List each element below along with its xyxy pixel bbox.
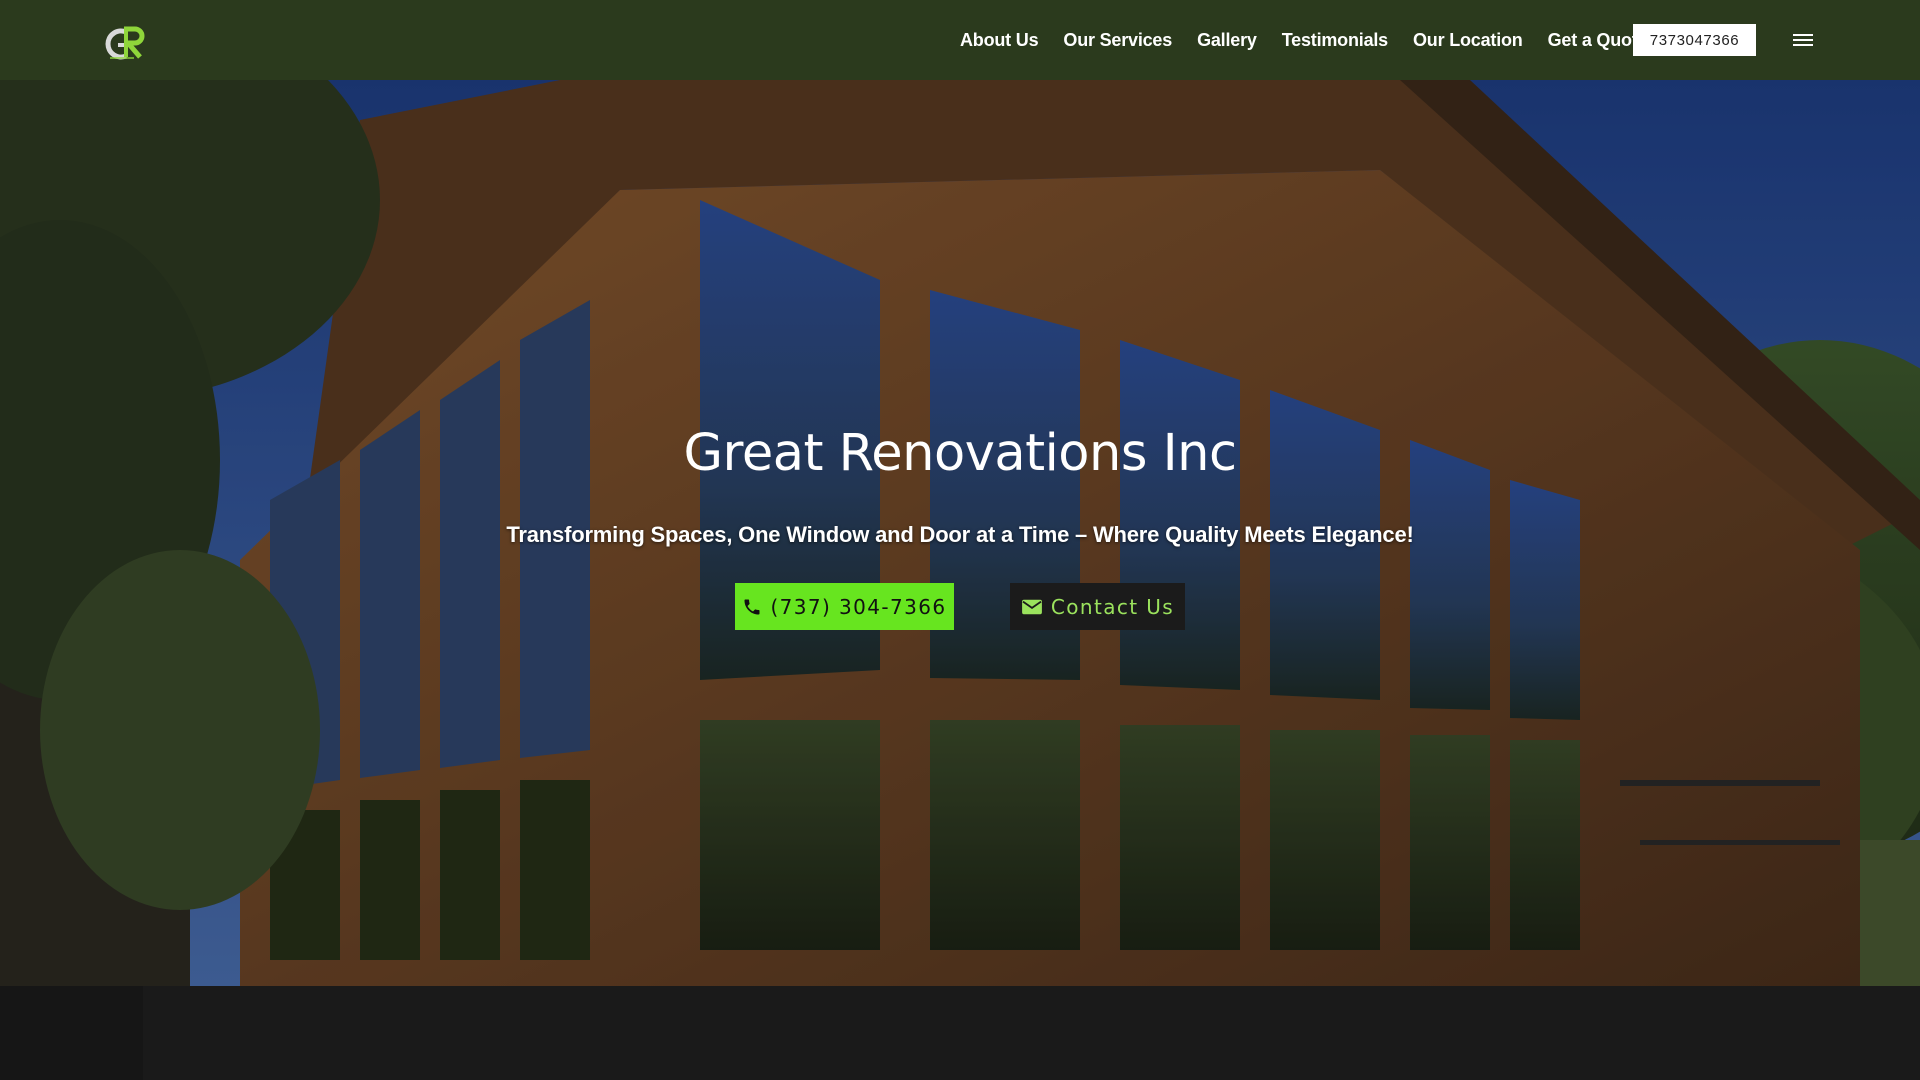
contact-us-label: Contact Us	[1050, 594, 1175, 619]
menu-toggle-button[interactable]	[1792, 29, 1814, 51]
hero-subtitle: Transforming Spaces, One Window and Door…	[506, 522, 1414, 547]
gr-monogram-logo-icon	[105, 26, 145, 60]
next-section-panel	[143, 986, 1920, 1080]
call-phone-button[interactable]: (737) 304-7366	[735, 583, 954, 630]
nav-testimonials[interactable]: Testimonials	[1282, 30, 1388, 51]
hero-section: Great Renovations Inc Transforming Space…	[0, 80, 1920, 986]
envelope-icon	[1021, 598, 1043, 616]
nav-about-us[interactable]: About Us	[960, 30, 1039, 51]
next-section	[0, 986, 1920, 1080]
nav-our-services[interactable]: Our Services	[1063, 30, 1172, 51]
hero-title: Great Renovations Inc	[683, 424, 1237, 483]
nav-gallery[interactable]: Gallery	[1197, 30, 1257, 51]
nav-our-location[interactable]: Our Location	[1413, 30, 1523, 51]
contact-us-button[interactable]: Contact Us	[1010, 583, 1185, 630]
phone-icon	[742, 597, 762, 617]
hamburger-menu-icon	[1793, 34, 1813, 46]
call-phone-label: (737) 304-7366	[770, 594, 947, 619]
site-header: About Us Our Services Gallery Testimonia…	[0, 0, 1920, 80]
header-phone-button[interactable]: 7373047366	[1633, 24, 1756, 56]
main-nav: About Us Our Services Gallery Testimonia…	[960, 0, 1672, 80]
